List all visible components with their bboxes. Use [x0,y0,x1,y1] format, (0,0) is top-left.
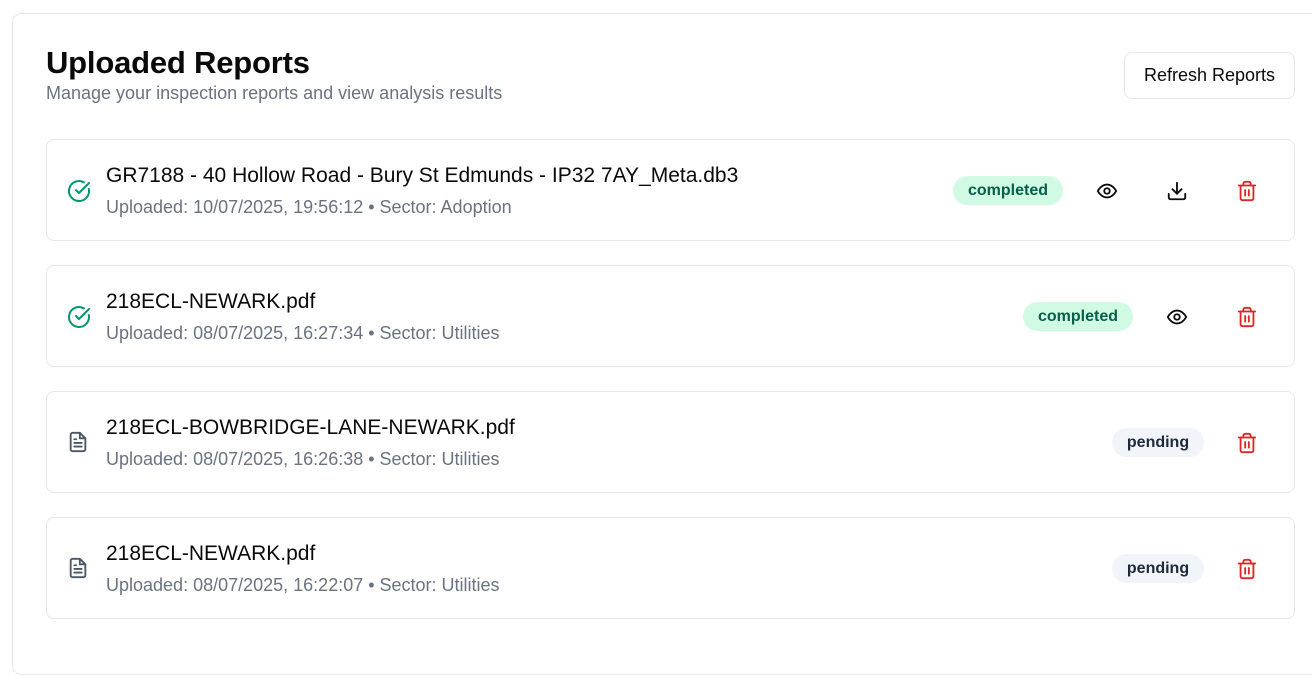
check-circle-icon [67,305,91,329]
page-title: Uploaded Reports [46,45,310,80]
report-meta: Uploaded: 08/07/2025, 16:27:34 • Sector:… [106,323,500,343]
status-badge: completed [953,176,1063,205]
report-name: 218ECL-NEWARK.pdf [106,542,316,565]
trash-icon[interactable] [1232,176,1262,206]
view-icon[interactable] [1162,302,1192,332]
check-circle-icon [67,179,91,203]
report-meta: Uploaded: 08/07/2025, 16:26:38 • Sector:… [106,449,500,469]
report-row: 218ECL-NEWARK.pdf Uploaded: 08/07/2025, … [46,517,1295,619]
file-text-icon [67,557,91,581]
report-row: 218ECL-NEWARK.pdf Uploaded: 08/07/2025, … [46,265,1295,367]
page-subtitle: Manage your inspection reports and view … [46,83,503,103]
report-meta: Uploaded: 08/07/2025, 16:22:07 • Sector:… [106,575,500,595]
trash-icon[interactable] [1232,428,1262,458]
view-icon[interactable] [1092,176,1122,206]
status-badge: completed [1023,302,1133,331]
report-row: 218ECL-BOWBRIDGE-LANE-NEWARK.pdf Uploade… [46,391,1295,493]
refresh-reports-button[interactable]: Refresh Reports [1124,52,1295,99]
report-name: GR7188 - 40 Hollow Road - Bury St Edmund… [106,164,739,187]
report-name: 218ECL-BOWBRIDGE-LANE-NEWARK.pdf [106,416,515,439]
download-icon[interactable] [1162,176,1192,206]
report-row: GR7188 - 40 Hollow Road - Bury St Edmund… [46,139,1295,241]
file-text-icon [67,431,91,455]
trash-icon[interactable] [1232,554,1262,584]
status-badge: pending [1112,554,1204,583]
status-badge: pending [1112,428,1204,457]
report-name: 218ECL-NEWARK.pdf [106,290,316,313]
trash-icon[interactable] [1232,302,1262,332]
report-meta: Uploaded: 10/07/2025, 19:56:12 • Sector:… [106,197,512,217]
